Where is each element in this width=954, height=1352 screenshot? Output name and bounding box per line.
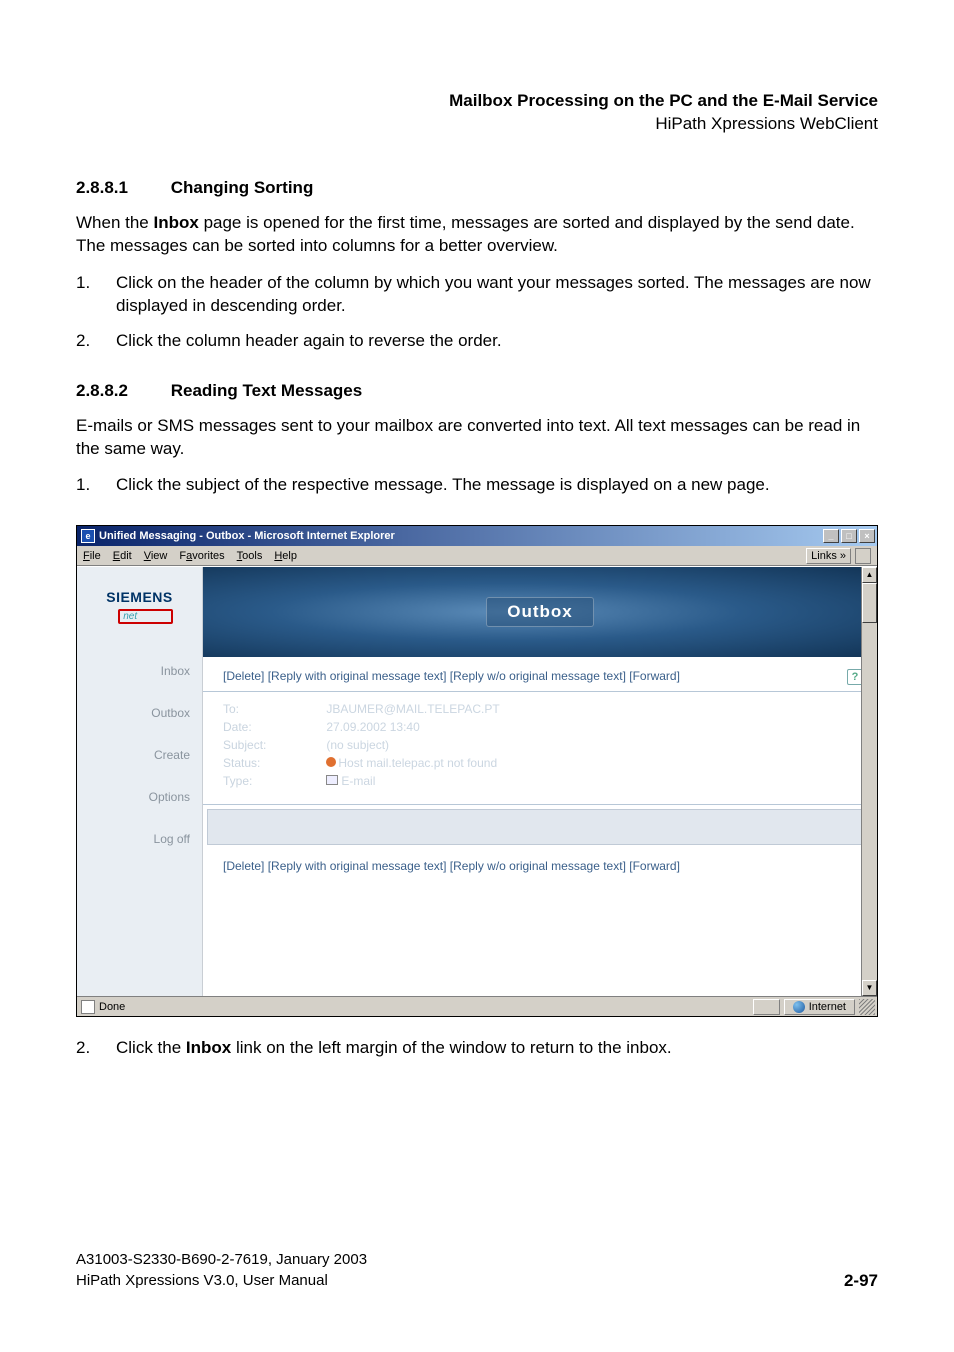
section2-steps: 1. Click the subject of the respective m…: [76, 474, 878, 497]
scroll-thumb[interactable]: [862, 583, 877, 623]
value-date: 27.09.2002 13:40: [326, 718, 499, 736]
sidebar-item-options[interactable]: Options: [77, 776, 202, 818]
maximize-button[interactable]: □: [841, 529, 857, 543]
reply-with-link[interactable]: Reply with original message text: [271, 859, 443, 873]
section2-step2: 2. Click the Inbox link on the left marg…: [76, 1037, 878, 1060]
list-item: 1. Click on the header of the column by …: [76, 272, 878, 318]
label-status: Status:: [223, 754, 266, 772]
value-type: E-mail: [326, 772, 499, 790]
delete-link[interactable]: Delete: [226, 669, 261, 683]
statusbar: Done Internet: [77, 996, 877, 1016]
message-details: To: Date: Subject: Status: Type: JBAUMER…: [203, 692, 877, 805]
message-actions-bottom: [Delete] [Reply with original message te…: [203, 849, 877, 879]
label-subject: Subject:: [223, 736, 266, 754]
menu-tools[interactable]: Tools: [237, 550, 263, 562]
status-empty-cell: [753, 999, 780, 1015]
sidebar: SIEMENS net Inbox Outbox Create Options …: [77, 567, 203, 996]
reply-with-link[interactable]: Reply with original message text: [271, 669, 443, 683]
status-error-icon: [326, 757, 336, 767]
page-icon: [81, 1000, 95, 1014]
outbox-banner: Outbox: [203, 567, 877, 657]
label-to: To:: [223, 700, 266, 718]
window-titlebar[interactable]: e Unified Messaging - Outbox - Microsoft…: [77, 526, 877, 546]
section-heading-reading: 2.8.8.2 Reading Text Messages: [76, 381, 878, 401]
resize-grip[interactable]: [859, 999, 875, 1015]
section1-steps: 1. Click on the header of the column by …: [76, 272, 878, 353]
menu-favorites[interactable]: Favorites: [179, 550, 224, 562]
section-title: Changing Sorting: [171, 178, 314, 197]
message-actions-top: [Delete] [Reply with original message te…: [203, 657, 877, 692]
list-item: 2. Click the column header again to reve…: [76, 330, 878, 353]
scroll-up-button[interactable]: ▲: [862, 567, 877, 583]
value-to: JBAUMER@MAIL.TELEPAC.PT: [326, 700, 499, 718]
sidebar-item-inbox[interactable]: Inbox: [77, 650, 202, 692]
label-date: Date:: [223, 718, 266, 736]
page-header: Mailbox Processing on the PC and the E-M…: [76, 90, 878, 136]
delete-link[interactable]: Delete: [226, 859, 261, 873]
list-item: 2. Click the Inbox link on the left marg…: [76, 1037, 878, 1060]
minimize-button[interactable]: _: [823, 529, 839, 543]
security-zone: Internet: [784, 999, 855, 1015]
status-text: Done: [99, 1001, 125, 1013]
section-title: Reading Text Messages: [171, 381, 362, 400]
sidebar-item-create[interactable]: Create: [77, 734, 202, 776]
page-footer: A31003-S2330-B690-2-7619, January 2003 H…: [76, 1250, 878, 1291]
section-number: 2.8.8.1: [76, 178, 166, 198]
label-type: Type:: [223, 772, 266, 790]
footer-product: HiPath Xpressions V3.0, User Manual: [76, 1271, 367, 1291]
email-icon: [326, 775, 338, 785]
scroll-track[interactable]: [862, 623, 877, 980]
sidebar-item-outbox[interactable]: Outbox: [77, 692, 202, 734]
menu-edit[interactable]: Edit: [113, 550, 132, 562]
close-button[interactable]: ×: [859, 529, 875, 543]
sidebar-item-logoff[interactable]: Log off: [77, 818, 202, 860]
forward-link[interactable]: Forward: [633, 859, 677, 873]
menu-view[interactable]: View: [144, 550, 168, 562]
reply-without-link[interactable]: Reply w/o original message text: [453, 669, 622, 683]
reply-without-link[interactable]: Reply w/o original message text: [453, 859, 622, 873]
menu-help[interactable]: Help: [274, 550, 297, 562]
section-heading-sorting: 2.8.8.1 Changing Sorting: [76, 178, 878, 198]
value-status: Host mail.telepac.pt not found: [326, 754, 499, 772]
section2-paragraph: E-mails or SMS messages sent to your mai…: [76, 415, 878, 461]
page-number: 2-97: [844, 1271, 878, 1291]
browser-viewport: SIEMENS net Inbox Outbox Create Options …: [77, 566, 877, 996]
window-title: Unified Messaging - Outbox - Microsoft I…: [99, 530, 395, 542]
siemens-logo: SIEMENS net: [106, 577, 173, 624]
scroll-down-button[interactable]: ▼: [862, 980, 877, 996]
menu-file[interactable]: File: [83, 550, 101, 562]
sidebar-nav: Inbox Outbox Create Options Log off: [77, 650, 202, 860]
globe-icon: [793, 1001, 805, 1013]
header-title: Mailbox Processing on the PC and the E-M…: [76, 90, 878, 113]
forward-link[interactable]: Forward: [633, 669, 677, 683]
ie-window-screenshot: e Unified Messaging - Outbox - Microsoft…: [76, 525, 878, 1017]
ie-throbber-icon: [855, 548, 871, 564]
section-number: 2.8.8.2: [76, 381, 166, 401]
footer-docid: A31003-S2330-B690-2-7619, January 2003: [76, 1250, 367, 1270]
banner-title: Outbox: [486, 597, 594, 627]
main-content: Outbox [Delete] [Reply with original mes…: [203, 567, 877, 996]
list-item: 1. Click the subject of the respective m…: [76, 474, 878, 497]
message-body: [207, 809, 873, 845]
value-subject: (no subject): [326, 736, 499, 754]
section1-paragraph: When the Inbox page is opened for the fi…: [76, 212, 878, 258]
menubar: File Edit View Favorites Tools Help Link…: [77, 546, 877, 566]
header-subtitle: HiPath Xpressions WebClient: [76, 113, 878, 136]
vertical-scrollbar[interactable]: ▲ ▼: [861, 567, 877, 996]
ie-icon: e: [81, 529, 95, 543]
links-toolbar[interactable]: Links »: [806, 548, 851, 564]
